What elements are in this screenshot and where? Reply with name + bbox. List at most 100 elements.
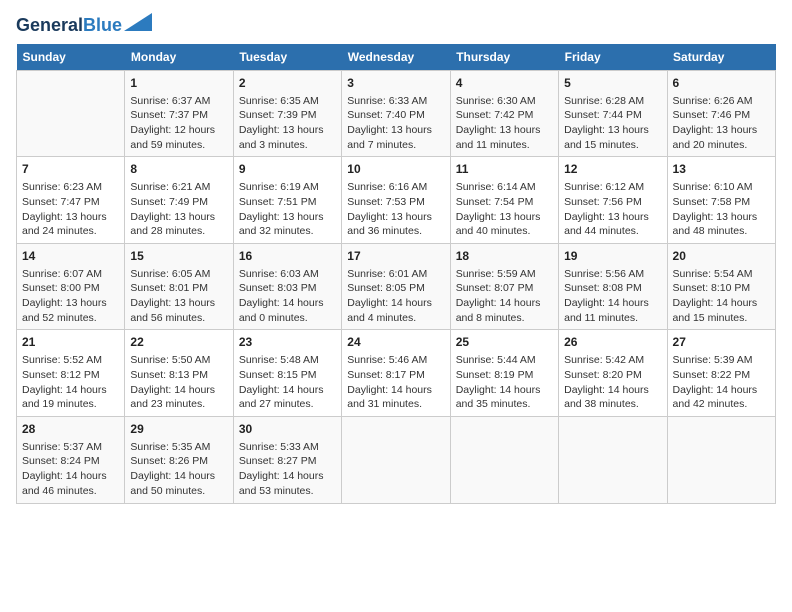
- day-number: 3: [347, 75, 444, 92]
- calendar-cell: 29 Sunrise: 5:35 AM Sunset: 8:26 PM Dayli…: [125, 416, 233, 503]
- cell-content: Sunrise: 5:39 AM Sunset: 8:22 PM Dayligh…: [673, 353, 770, 412]
- day-number: 1: [130, 75, 227, 92]
- day-number: 4: [456, 75, 553, 92]
- day-header-sunday: Sunday: [17, 44, 125, 71]
- day-number: 29: [130, 421, 227, 438]
- cell-content: Sunrise: 6:03 AM Sunset: 8:03 PM Dayligh…: [239, 267, 336, 326]
- cell-content: Sunrise: 6:23 AM Sunset: 7:47 PM Dayligh…: [22, 180, 119, 239]
- calendar-cell: 26Sunrise: 5:42 AM Sunset: 8:20 PM Dayli…: [559, 330, 667, 417]
- cell-content: Sunrise: 6:26 AM Sunset: 7:46 PM Dayligh…: [673, 94, 770, 153]
- cell-content: Sunrise: 5:56 AM Sunset: 8:08 PM Dayligh…: [564, 267, 661, 326]
- day-header-monday: Monday: [125, 44, 233, 71]
- day-number: 16: [239, 248, 336, 265]
- day-number: 24: [347, 334, 444, 351]
- calendar-cell: 15 Sunrise: 6:05 AM Sunset: 8:01 PM Dayli…: [125, 243, 233, 330]
- calendar-cell: 16 Sunrise: 6:03 AM Sunset: 8:03 PM Dayli…: [233, 243, 341, 330]
- day-number: 6: [673, 75, 770, 92]
- calendar-cell: 13Sunrise: 6:10 AM Sunset: 7:58 PM Dayli…: [667, 157, 775, 244]
- cell-content: Sunrise: 6:33 AM Sunset: 7:40 PM Dayligh…: [347, 94, 444, 153]
- day-header-thursday: Thursday: [450, 44, 558, 71]
- calendar-cell: 12 Sunrise: 6:12 AM Sunset: 7:56 PM Dayli…: [559, 157, 667, 244]
- calendar-cell: 19 Sunrise: 5:56 AM Sunset: 8:08 PM Dayli…: [559, 243, 667, 330]
- cell-content: Sunrise: 6:07 AM Sunset: 8:00 PM Dayligh…: [22, 267, 119, 326]
- logo-icon: [124, 13, 152, 31]
- week-row-2: 7 Sunrise: 6:23 AM Sunset: 7:47 PM Daylig…: [17, 157, 776, 244]
- calendar-cell: 6 Sunrise: 6:26 AM Sunset: 7:46 PM Daylig…: [667, 70, 775, 157]
- day-number: 11: [456, 161, 553, 178]
- cell-content: Sunrise: 5:33 AM Sunset: 8:27 PM Dayligh…: [239, 440, 336, 499]
- calendar-cell: 7 Sunrise: 6:23 AM Sunset: 7:47 PM Daylig…: [17, 157, 125, 244]
- calendar-cell: [559, 416, 667, 503]
- day-number: 30: [239, 421, 336, 438]
- cell-content: Sunrise: 5:48 AM Sunset: 8:15 PM Dayligh…: [239, 353, 336, 412]
- cell-content: Sunrise: 5:44 AM Sunset: 8:19 PM Dayligh…: [456, 353, 553, 412]
- day-number: 19: [564, 248, 661, 265]
- calendar-cell: 20 Sunrise: 5:54 AM Sunset: 8:10 PM Dayli…: [667, 243, 775, 330]
- calendar-cell: 2 Sunrise: 6:35 AM Sunset: 7:39 PM Daylig…: [233, 70, 341, 157]
- week-row-1: 1 Sunrise: 6:37 AM Sunset: 7:37 PM Daylig…: [17, 70, 776, 157]
- day-number: 12: [564, 161, 661, 178]
- day-number: 26: [564, 334, 661, 351]
- cell-content: Sunrise: 6:05 AM Sunset: 8:01 PM Dayligh…: [130, 267, 227, 326]
- day-number: 20: [673, 248, 770, 265]
- day-number: 27: [673, 334, 770, 351]
- cell-content: Sunrise: 6:14 AM Sunset: 7:54 PM Dayligh…: [456, 180, 553, 239]
- week-row-4: 21 Sunrise: 5:52 AM Sunset: 8:12 PM Dayli…: [17, 330, 776, 417]
- day-header-wednesday: Wednesday: [342, 44, 450, 71]
- calendar-cell: 25 Sunrise: 5:44 AM Sunset: 8:19 PM Dayli…: [450, 330, 558, 417]
- logo-text: GeneralBlue: [16, 16, 122, 36]
- calendar-cell: 5 Sunrise: 6:28 AM Sunset: 7:44 PM Daylig…: [559, 70, 667, 157]
- calendar-cell: [342, 416, 450, 503]
- cell-content: Sunrise: 5:52 AM Sunset: 8:12 PM Dayligh…: [22, 353, 119, 412]
- day-number: 2: [239, 75, 336, 92]
- day-number: 5: [564, 75, 661, 92]
- cell-content: Sunrise: 5:59 AM Sunset: 8:07 PM Dayligh…: [456, 267, 553, 326]
- day-number: 23: [239, 334, 336, 351]
- week-row-3: 14Sunrise: 6:07 AM Sunset: 8:00 PM Dayli…: [17, 243, 776, 330]
- day-header-tuesday: Tuesday: [233, 44, 341, 71]
- day-number: 18: [456, 248, 553, 265]
- cell-content: Sunrise: 5:46 AM Sunset: 8:17 PM Dayligh…: [347, 353, 444, 412]
- cell-content: Sunrise: 6:37 AM Sunset: 7:37 PM Dayligh…: [130, 94, 227, 153]
- calendar-cell: 23 Sunrise: 5:48 AM Sunset: 8:15 PM Dayli…: [233, 330, 341, 417]
- calendar-cell: 27 Sunrise: 5:39 AM Sunset: 8:22 PM Dayli…: [667, 330, 775, 417]
- calendar-cell: 28Sunrise: 5:37 AM Sunset: 8:24 PM Dayli…: [17, 416, 125, 503]
- calendar-cell: 17 Sunrise: 6:01 AM Sunset: 8:05 PM Dayli…: [342, 243, 450, 330]
- cell-content: Sunrise: 6:01 AM Sunset: 8:05 PM Dayligh…: [347, 267, 444, 326]
- calendar-cell: 10 Sunrise: 6:16 AM Sunset: 7:53 PM Dayli…: [342, 157, 450, 244]
- calendar-cell: 11 Sunrise: 6:14 AM Sunset: 7:54 PM Dayli…: [450, 157, 558, 244]
- day-number: 13: [673, 161, 770, 178]
- cell-content: Sunrise: 6:28 AM Sunset: 7:44 PM Dayligh…: [564, 94, 661, 153]
- day-number: 17: [347, 248, 444, 265]
- calendar-cell: 21 Sunrise: 5:52 AM Sunset: 8:12 PM Dayli…: [17, 330, 125, 417]
- cell-content: Sunrise: 6:12 AM Sunset: 7:56 PM Dayligh…: [564, 180, 661, 239]
- page-header: GeneralBlue: [16, 16, 776, 36]
- day-number: 10: [347, 161, 444, 178]
- calendar-cell: [667, 416, 775, 503]
- calendar-cell: 3 Sunrise: 6:33 AM Sunset: 7:40 PM Daylig…: [342, 70, 450, 157]
- cell-content: Sunrise: 5:54 AM Sunset: 8:10 PM Dayligh…: [673, 267, 770, 326]
- calendar-cell: 22 Sunrise: 5:50 AM Sunset: 8:13 PM Dayli…: [125, 330, 233, 417]
- day-number: 15: [130, 248, 227, 265]
- cell-content: Sunrise: 5:35 AM Sunset: 8:26 PM Dayligh…: [130, 440, 227, 499]
- cell-content: Sunrise: 5:50 AM Sunset: 8:13 PM Dayligh…: [130, 353, 227, 412]
- calendar-cell: 9Sunrise: 6:19 AM Sunset: 7:51 PM Daylig…: [233, 157, 341, 244]
- cell-content: Sunrise: 6:16 AM Sunset: 7:53 PM Dayligh…: [347, 180, 444, 239]
- day-number: 28: [22, 421, 119, 438]
- calendar-cell: 18 Sunrise: 5:59 AM Sunset: 8:07 PM Dayli…: [450, 243, 558, 330]
- header-row: SundayMondayTuesdayWednesdayThursdayFrid…: [17, 44, 776, 71]
- calendar-cell: [450, 416, 558, 503]
- calendar-cell: [17, 70, 125, 157]
- day-number: 25: [456, 334, 553, 351]
- calendar-cell: 24 Sunrise: 5:46 AM Sunset: 8:17 PM Dayli…: [342, 330, 450, 417]
- calendar-cell: 14Sunrise: 6:07 AM Sunset: 8:00 PM Dayli…: [17, 243, 125, 330]
- day-number: 9: [239, 161, 336, 178]
- cell-content: Sunrise: 6:21 AM Sunset: 7:49 PM Dayligh…: [130, 180, 227, 239]
- calendar-cell: 4Sunrise: 6:30 AM Sunset: 7:42 PM Daylig…: [450, 70, 558, 157]
- day-number: 21: [22, 334, 119, 351]
- cell-content: Sunrise: 6:35 AM Sunset: 7:39 PM Dayligh…: [239, 94, 336, 153]
- day-number: 22: [130, 334, 227, 351]
- logo: GeneralBlue: [16, 16, 152, 36]
- calendar-cell: 8Sunrise: 6:21 AM Sunset: 7:49 PM Daylig…: [125, 157, 233, 244]
- day-number: 7: [22, 161, 119, 178]
